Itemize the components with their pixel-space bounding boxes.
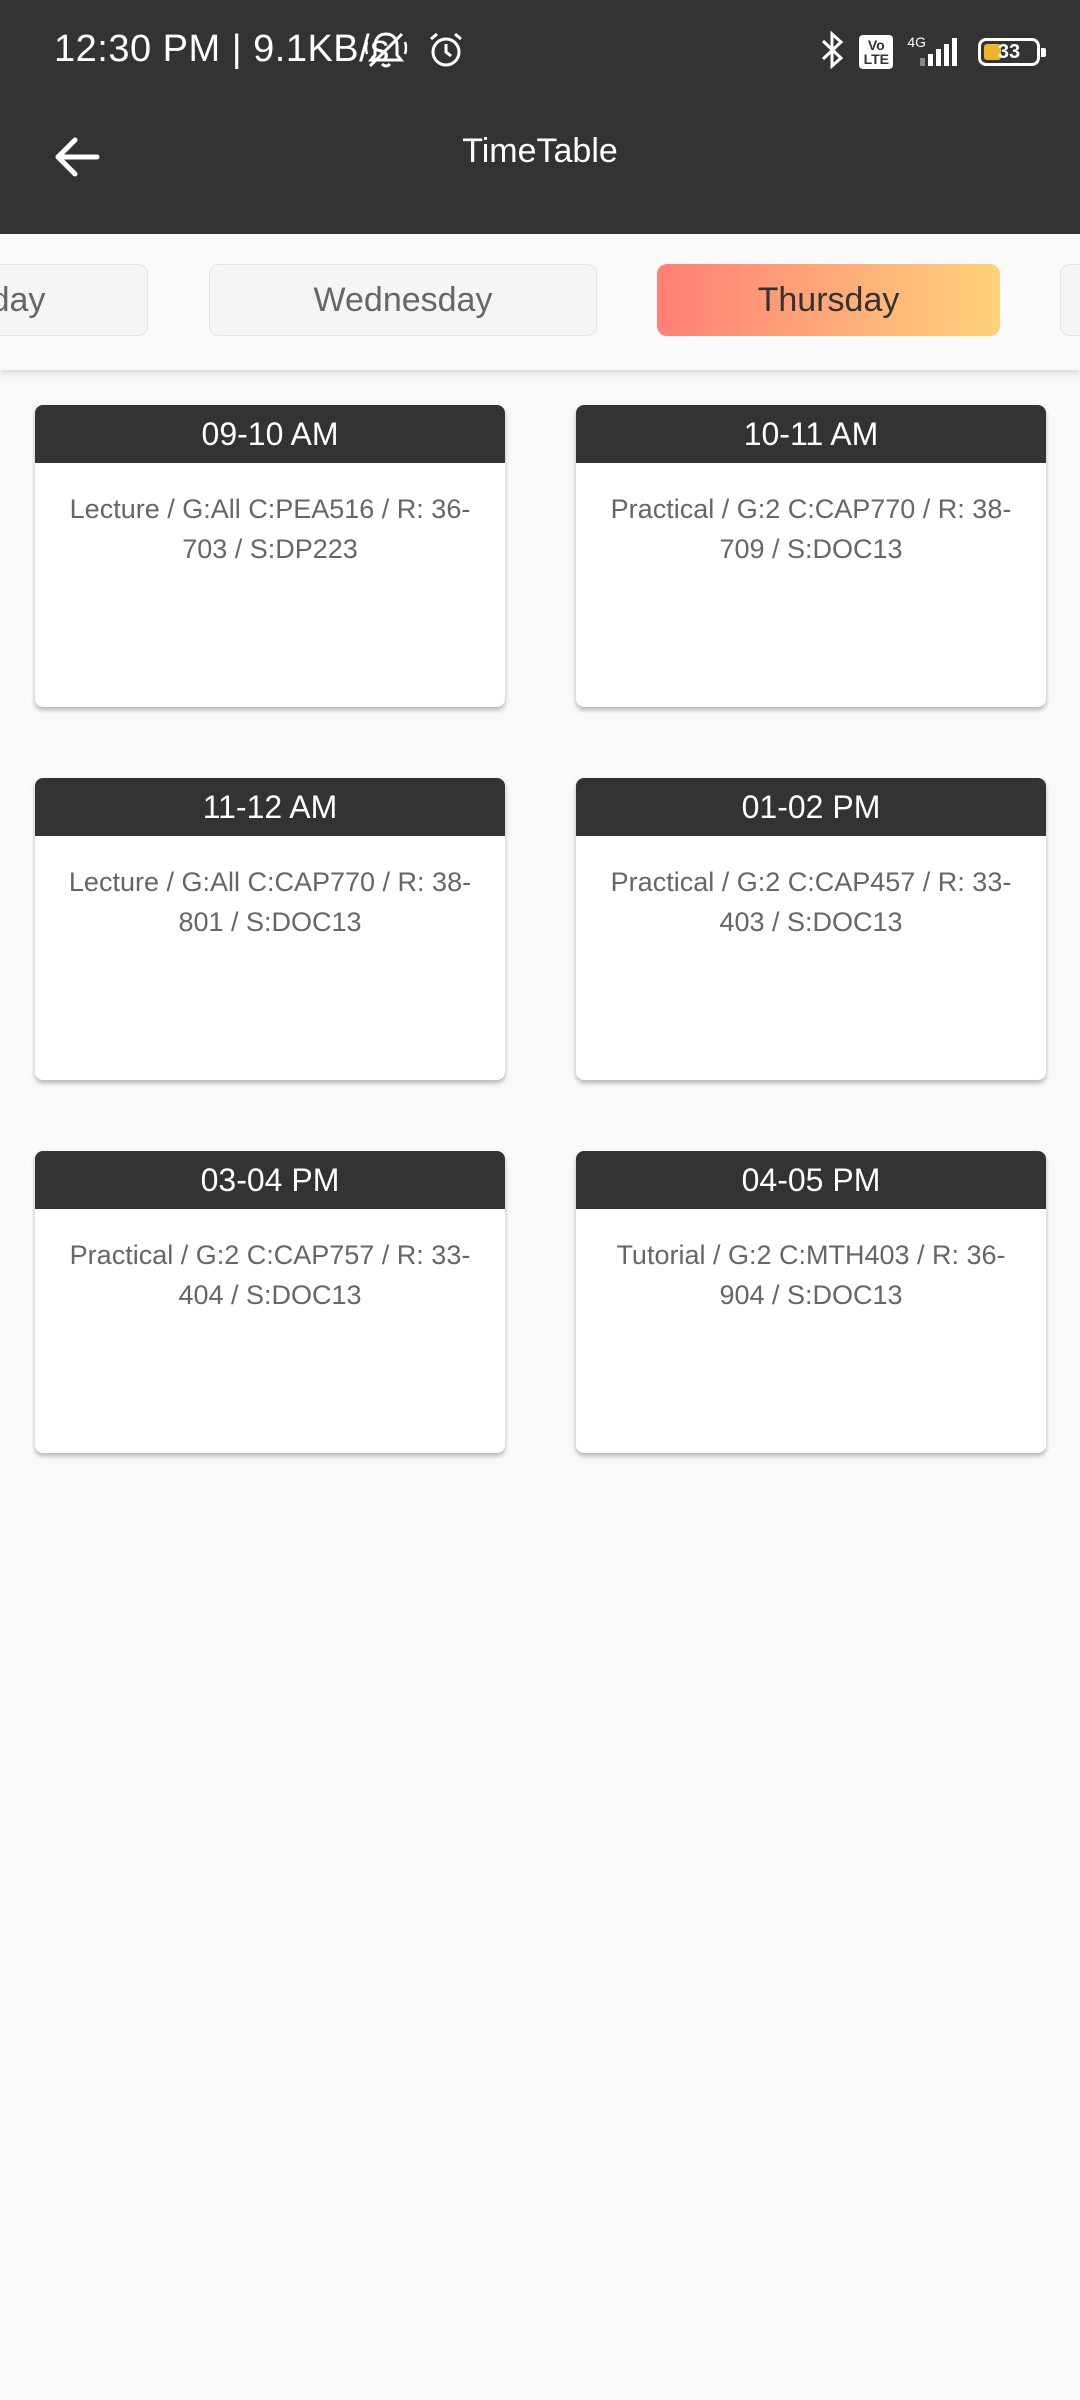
slot-time: 01-02 PM — [576, 778, 1046, 836]
slot-time: 04-05 PM — [576, 1151, 1046, 1209]
status-icons-left — [364, 30, 466, 74]
slot-details: Lecture / G:All C:CAP770 / R: 38-801 / S… — [68, 867, 472, 937]
slot-card[interactable]: 11-12 AM Lecture / G:All C:CAP770 / R: 3… — [35, 778, 505, 1080]
slot-details: Lecture / G:All C:PEA516 / R: 36-703 / S… — [69, 494, 471, 564]
status-time: 12:30 PM | 9.1KB/s — [54, 28, 390, 70]
slot-time: 11-12 AM — [35, 778, 505, 836]
alarm-clock-icon — [426, 30, 466, 75]
slot-details: Practical / G:2 C:CAP757 / R: 33-404 / S… — [69, 1240, 471, 1310]
status-bar: 12:30 PM | 9.1KB/s Vo LTE 4G 33 — [0, 0, 1080, 104]
battery-level: 33 — [997, 40, 1021, 63]
slot-details: Practical / G:2 C:CAP770 / R: 38-709 / S… — [610, 494, 1012, 564]
slot-card[interactable]: 03-04 PM Practical / G:2 C:CAP757 / R: 3… — [35, 1151, 505, 1453]
bluetooth-icon — [819, 30, 845, 74]
slot-details: Tutorial / G:2 C:MTH403 / R: 36-904 / S:… — [616, 1240, 1006, 1310]
slot-card[interactable]: 09-10 AM Lecture / G:All C:PEA516 / R: 3… — [35, 405, 505, 707]
slot-card[interactable]: 01-02 PM Practical / G:2 C:CAP457 / R: 3… — [576, 778, 1046, 1080]
tab-wednesday-label: Wednesday — [313, 280, 493, 319]
status-icons-right: Vo LTE 4G 33 — [819, 28, 1046, 76]
slot-details: Practical / G:2 C:CAP457 / R: 33-403 / S… — [610, 867, 1012, 937]
slot-card[interactable]: 04-05 PM Tutorial / G:2 C:MTH403 / R: 36… — [576, 1151, 1046, 1453]
day-selector[interactable]: day Wednesday Thursday — [0, 234, 1080, 370]
tab-day-next[interactable] — [1060, 264, 1080, 336]
tab-thursday[interactable]: Thursday — [657, 264, 1000, 336]
bell-off-icon — [364, 28, 408, 77]
page-title: TimeTable — [462, 132, 618, 170]
top-bar: 12:30 PM | 9.1KB/s Vo LTE 4G 33 TimeTabl… — [0, 0, 1080, 234]
tab-wednesday[interactable]: Wednesday — [209, 264, 597, 336]
battery-icon: 33 — [978, 38, 1046, 66]
tab-thursday-label: Thursday — [757, 280, 900, 319]
tab-day-previous-label: day — [0, 280, 46, 319]
slot-time: 03-04 PM — [35, 1151, 505, 1209]
network-type: 4G — [907, 34, 926, 50]
slot-card[interactable]: 10-11 AM Practical / G:2 C:CAP770 / R: 3… — [576, 405, 1046, 707]
volte-badge: Vo LTE — [859, 35, 894, 69]
slot-time: 10-11 AM — [576, 405, 1046, 463]
slot-time: 09-10 AM — [35, 405, 505, 463]
tab-day-previous[interactable]: day — [0, 264, 148, 336]
